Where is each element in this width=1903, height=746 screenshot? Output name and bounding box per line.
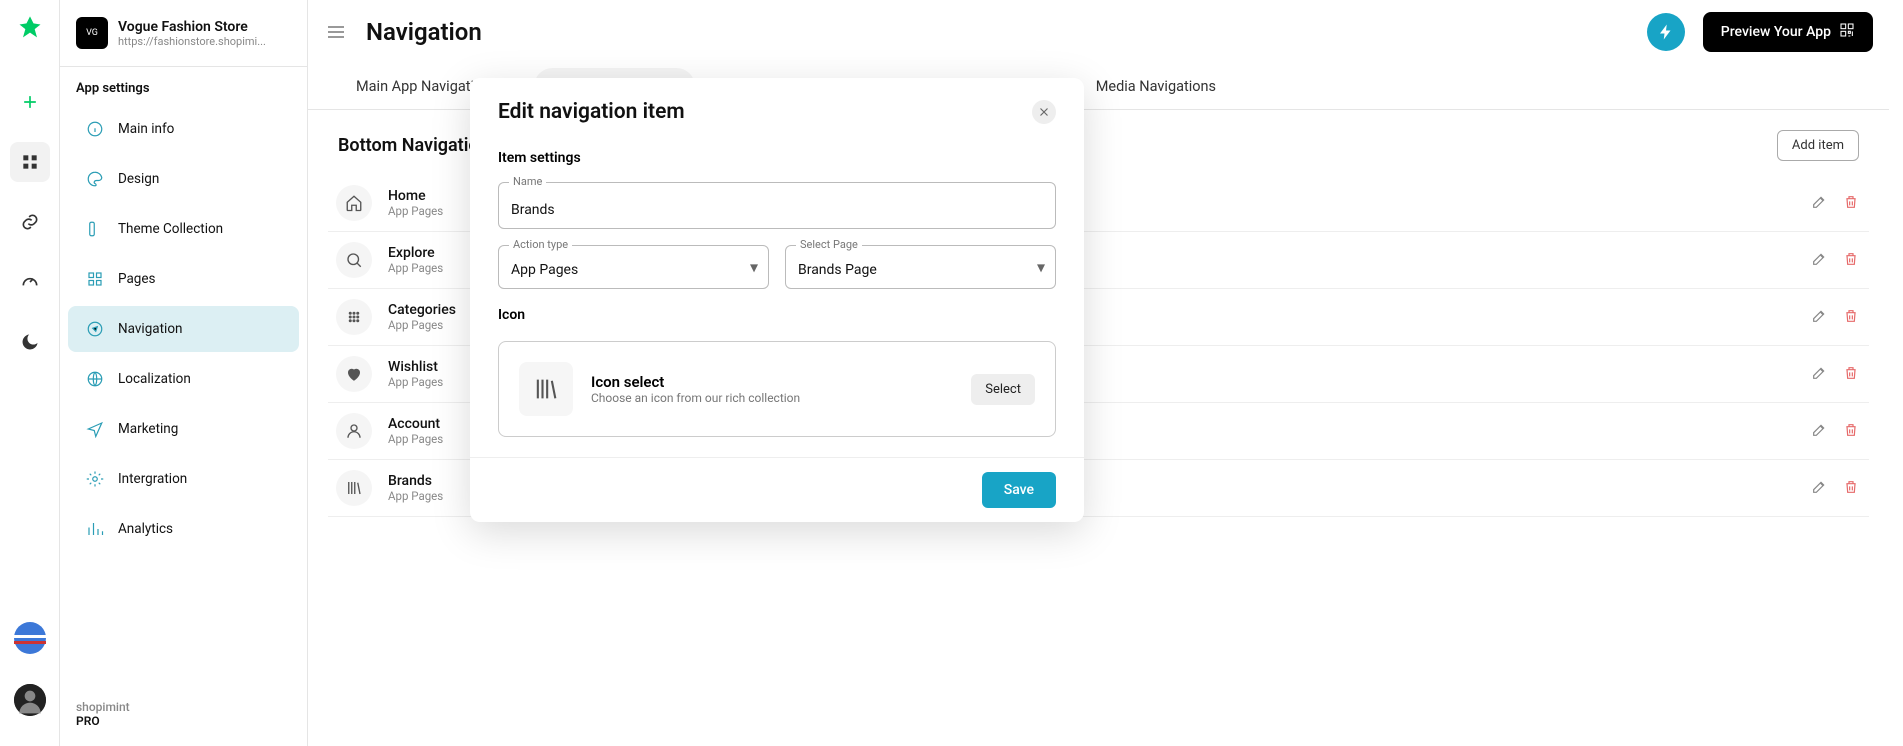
modal-title: Edit navigation item <box>498 100 1032 124</box>
select-icon-button[interactable]: Select <box>971 374 1035 405</box>
select-page-select[interactable]: Brands Page <box>798 262 1043 278</box>
library-icon <box>519 362 573 416</box>
action-type-select[interactable]: App Pages <box>511 262 756 278</box>
modal-overlay: Edit navigation item Item settings Name … <box>0 0 1903 746</box>
close-icon[interactable] <box>1032 100 1056 124</box>
select-page-field[interactable]: Select Page Brands Page ▾ <box>785 245 1056 289</box>
name-field[interactable]: Name <box>498 182 1056 229</box>
save-button[interactable]: Save <box>982 472 1056 508</box>
chevron-down-icon: ▾ <box>1037 258 1045 277</box>
icon-select-sub: Choose an icon from our rich collection <box>591 391 971 405</box>
item-settings-label: Item settings <box>470 140 1084 174</box>
edit-nav-modal: Edit navigation item Item settings Name … <box>470 78 1084 522</box>
icon-select-box: Icon select Choose an icon from our rich… <box>498 341 1056 437</box>
field-label: Select Page <box>796 238 862 251</box>
action-type-field[interactable]: Action type App Pages ▾ <box>498 245 769 289</box>
name-input[interactable] <box>511 202 1043 218</box>
field-label: Name <box>509 175 546 188</box>
icon-select-title: Icon select <box>591 373 971 391</box>
chevron-down-icon: ▾ <box>750 258 758 277</box>
icon-section-label: Icon <box>470 297 1084 331</box>
field-label: Action type <box>509 238 572 251</box>
